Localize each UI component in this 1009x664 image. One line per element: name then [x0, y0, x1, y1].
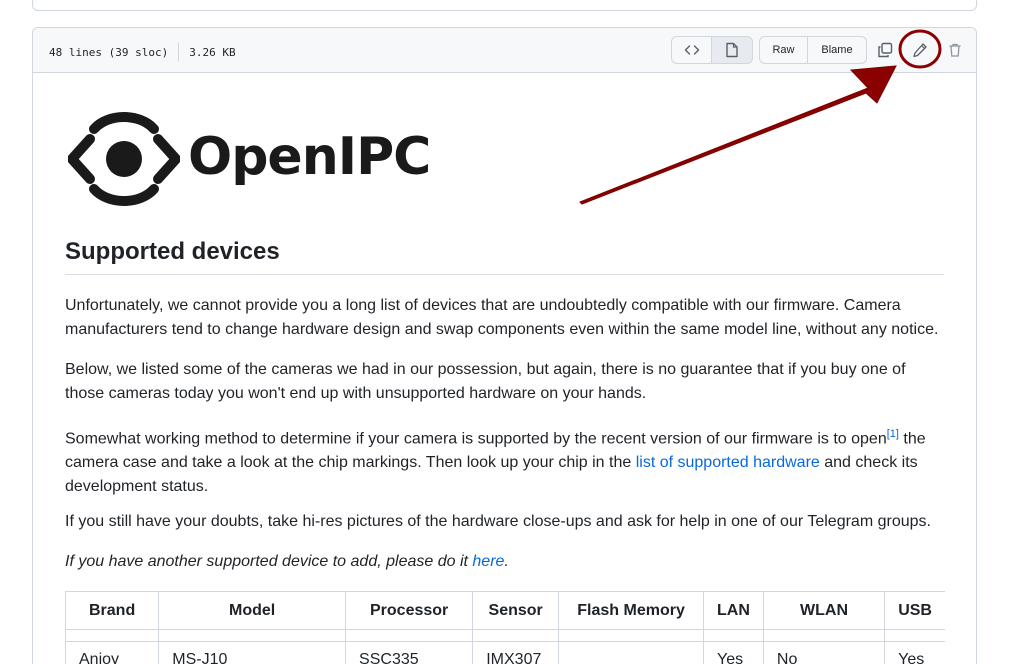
table-spacer-row	[64, 629, 945, 642]
cell-flash-memory	[558, 641, 704, 664]
pencil-icon	[913, 43, 927, 58]
preview-button[interactable]	[712, 36, 753, 64]
file-header: 48 lines (39 sloc) 3.26 KB Raw Blame	[33, 28, 976, 73]
trash-icon	[949, 43, 961, 57]
col-wlan: WLAN	[762, 591, 886, 630]
edit-button[interactable]	[911, 41, 929, 59]
spacer-cell	[345, 629, 474, 642]
add-device-link[interactable]: here	[472, 553, 504, 570]
method-text-start: Somewhat working method to determine if …	[65, 430, 887, 448]
spacer-cell	[472, 629, 560, 642]
code-icon	[684, 45, 699, 55]
paragraph-method: Somewhat working method to determine if …	[65, 422, 945, 499]
openipc-eye-icon	[68, 112, 180, 206]
blame-button[interactable]: Blame	[808, 36, 867, 64]
devices-table: Brand Model Processor Sensor Flash Memor…	[64, 591, 945, 664]
spacer-cell	[884, 629, 945, 642]
footnote-ref[interactable]: [1]	[887, 428, 899, 440]
spacer-cell	[703, 629, 764, 642]
supported-hardware-link[interactable]: list of supported hardware	[636, 454, 820, 471]
delete-button[interactable]	[946, 41, 964, 59]
add-device-text: If you have another supported device to …	[65, 553, 473, 570]
cell-brand: Anjoy	[64, 641, 160, 664]
file-icon	[726, 42, 738, 58]
file-info: 48 lines (39 sloc) 3.26 KB	[49, 43, 236, 61]
paragraph-add-device: If you have another supported device to …	[65, 550, 945, 574]
cell-wlan: No	[762, 641, 886, 664]
add-device-period: .	[504, 553, 509, 570]
spacer-cell	[64, 629, 160, 642]
view-toggle	[671, 36, 753, 64]
table-row: Anjoy MS-J10 SSC335 IMX307 Yes No Yes	[64, 641, 945, 664]
col-lan: LAN	[703, 591, 764, 630]
col-flash-memory: Flash Memory	[558, 591, 704, 630]
cell-usb: Yes	[884, 641, 945, 664]
spacer-cell	[762, 629, 886, 642]
col-usb: USB	[884, 591, 945, 630]
spacer-cell	[558, 629, 704, 642]
code-view-button[interactable]	[671, 36, 712, 64]
cell-lan: Yes	[703, 641, 764, 664]
spacer-cell	[158, 629, 347, 642]
paragraph-disclaimer: Below, we listed some of the cameras we …	[65, 361, 906, 402]
table-header-row: Brand Model Processor Sensor Flash Memor…	[64, 591, 945, 630]
col-processor: Processor	[345, 591, 474, 630]
paragraph-doubts: If you still have your doubts, take hi-r…	[65, 513, 931, 530]
col-model: Model	[158, 591, 347, 630]
file-viewer: 48 lines (39 sloc) 3.26 KB Raw Blame Ope…	[32, 27, 977, 664]
previous-panel	[32, 0, 977, 11]
line-count: 48 lines (39 sloc)	[49, 45, 169, 59]
cell-model: MS-J10	[158, 641, 347, 664]
openipc-logo: OpenIPC	[68, 107, 431, 211]
raw-button[interactable]: Raw	[759, 36, 808, 64]
col-brand: Brand	[64, 591, 160, 630]
col-sensor: Sensor	[472, 591, 560, 630]
copy-icon	[878, 42, 893, 58]
paragraph-intro: Unfortunately, we cannot provide you a l…	[65, 297, 939, 338]
raw-blame-group: Raw Blame	[759, 36, 867, 64]
cell-processor: SSC335	[345, 641, 474, 664]
divider	[178, 43, 180, 61]
logo-text: OpenIPC	[188, 127, 431, 187]
file-size: 3.26 KB	[189, 45, 236, 59]
page-title: Supported devices	[65, 238, 944, 275]
copy-button[interactable]	[876, 41, 894, 59]
cell-sensor: IMX307	[472, 641, 560, 664]
